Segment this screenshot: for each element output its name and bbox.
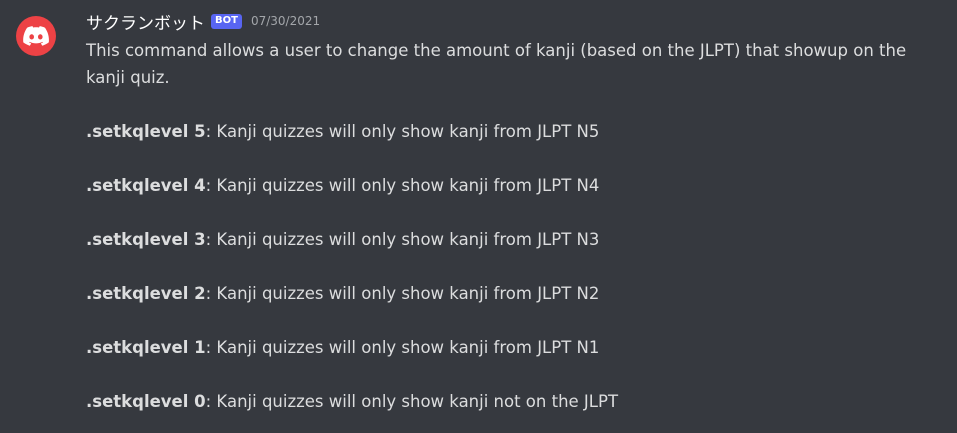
command-name: .setkqlevel 2 [86, 284, 206, 303]
command-line: .setkqlevel 0: Kanji quizzes will only s… [86, 388, 916, 415]
command-description: : Kanji quizzes will only show kanji fro… [205, 122, 600, 141]
avatar[interactable] [16, 16, 56, 56]
command-name: .setkqlevel 4 [86, 176, 206, 195]
command-line: .setkqlevel 1: Kanji quizzes will only s… [86, 334, 916, 361]
timestamp: 07/30/2021 [250, 14, 321, 28]
command-line: .setkqlevel 3: Kanji quizzes will only s… [86, 226, 916, 253]
chat-message: サクランボット BOT 07/30/2021 This command allo… [0, 0, 957, 433]
command-description: : Kanji quizzes will only show kanji fro… [205, 284, 600, 303]
command-name: .setkqlevel 3 [86, 230, 206, 249]
command-description: : Kanji quizzes will only show kanji fro… [205, 338, 600, 357]
message-intro: This command allows a user to change the… [86, 41, 907, 87]
message-header: サクランボット BOT 07/30/2021 [86, 8, 320, 34]
command-description: : Kanji quizzes will only show kanji fro… [205, 230, 600, 249]
message-content: This command allows a user to change the… [86, 37, 916, 415]
bot-badge: BOT [211, 13, 242, 29]
command-name: .setkqlevel 5 [86, 122, 206, 141]
username[interactable]: サクランボット [86, 9, 205, 34]
command-description: : Kanji quizzes will only show kanji not… [205, 392, 619, 411]
command-line: .setkqlevel 5: Kanji quizzes will only s… [86, 118, 916, 145]
command-name: .setkqlevel 1 [86, 338, 206, 357]
command-description: : Kanji quizzes will only show kanji fro… [205, 176, 600, 195]
command-line: .setkqlevel 4: Kanji quizzes will only s… [86, 172, 916, 199]
discord-logo-icon [23, 26, 49, 46]
command-line: .setkqlevel 2: Kanji quizzes will only s… [86, 280, 916, 307]
command-name: .setkqlevel 0 [86, 392, 206, 411]
